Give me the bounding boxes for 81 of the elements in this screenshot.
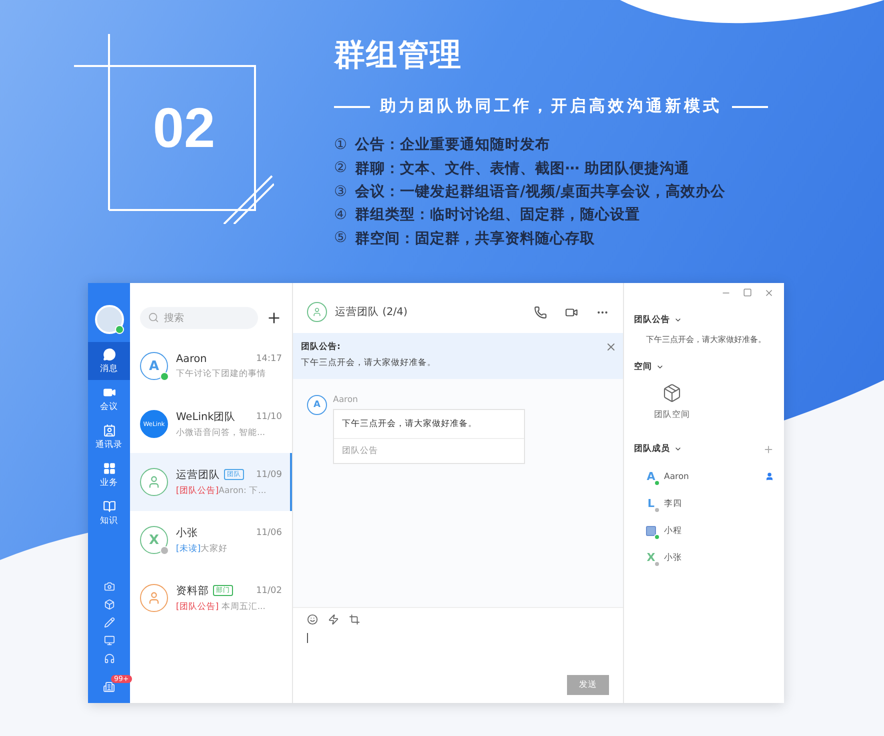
feature-number: ①: [334, 136, 347, 153]
nav-item[interactable]: 业务: [88, 456, 130, 494]
add-icon[interactable]: [266, 310, 282, 326]
avatar: X: [140, 526, 168, 554]
member-name[interactable]: 小程: [664, 524, 774, 536]
member-avatar: [644, 524, 658, 538]
subtitle: 助力团队协同工作，开启高效沟通新模式: [380, 96, 722, 117]
notice-title: 团队公告:: [301, 341, 342, 353]
member-name[interactable]: Aaron: [664, 472, 759, 482]
feature-text: 公告：企业重要通知随时发布: [355, 136, 550, 154]
video-camera-icon: [102, 386, 116, 398]
contact-card-icon: [102, 424, 116, 436]
conversation-name: Aaron: [176, 352, 207, 364]
sender-name: Aaron: [333, 395, 359, 405]
camera-icon[interactable]: [104, 581, 114, 592]
dropdown-icon[interactable]: [674, 316, 682, 324]
close-button[interactable]: [605, 341, 617, 353]
avatar: A: [140, 352, 168, 380]
notice-text: 下午三点开会，请大家做好准备。: [645, 334, 767, 345]
message-preview: 下午讨论下团建的事情: [176, 368, 267, 380]
section-heading: 空间: [634, 361, 652, 373]
section-title: 群组管理: [334, 36, 463, 75]
section-number: 02: [152, 94, 216, 160]
crop-icon[interactable]: [349, 614, 360, 625]
feature-number: ③: [334, 184, 347, 200]
nav-item[interactable]: 通讯录: [88, 418, 130, 456]
nav-item[interactable]: 知识: [88, 494, 130, 532]
feature-number: ④: [334, 206, 347, 223]
box-icon[interactable]: [662, 383, 682, 403]
member-name[interactable]: 李四: [664, 498, 774, 510]
feature-text: 群空间：固定群，共享资料随心存取: [355, 229, 595, 248]
feature-number: ②: [334, 160, 347, 176]
person-icon: [765, 472, 774, 481]
message-preview: [未读]大家好: [176, 542, 229, 554]
nav-item[interactable]: 会议: [88, 380, 130, 418]
conversation-name: 资料部: [176, 584, 209, 598]
notice-text: 下午三点开会，请大家做好准备。: [301, 357, 437, 369]
section-heading: 团队公告: [634, 314, 670, 326]
conversation-time: 11/06: [256, 528, 282, 538]
conversation-time: 14:17: [256, 354, 282, 364]
message-preview: [团队公告] 本周五汇...: [176, 600, 266, 612]
dropdown-icon[interactable]: [656, 363, 664, 371]
conversation-name: WeLink团队: [176, 410, 236, 424]
chat-title: 运营团队 (2/4): [335, 305, 408, 319]
maximize-icon[interactable]: [743, 288, 752, 297]
feature-text: 会议：一键发起群组语音/视频/桌面共享会议，高效办公: [355, 182, 726, 202]
message-preview: [团队公告]Aaron: 下...: [176, 484, 268, 496]
book-icon: [102, 500, 116, 512]
conversation-name: 小张: [176, 526, 198, 540]
conversation-time: 11/10: [256, 412, 282, 422]
lightning-icon[interactable]: [328, 614, 339, 625]
grid-icon: [102, 462, 116, 474]
dropdown-icon[interactable]: [674, 445, 682, 453]
feature-text: 群聊：文本、文件、表情、截图⋯ 助团队便捷沟通: [355, 160, 690, 178]
headset-icon[interactable]: [104, 653, 114, 664]
section-heading: 团队成员: [634, 443, 670, 455]
nav-item[interactable]: 消息: [88, 342, 130, 380]
search-icon: [148, 312, 159, 323]
group-avatar: [307, 302, 327, 322]
close-icon[interactable]: [764, 288, 774, 298]
member-name[interactable]: 小张: [664, 552, 774, 564]
message-text: 下午三点开会，请大家做好准备。: [334, 410, 524, 439]
building-icon[interactable]: [103, 681, 115, 693]
conversation-time: 11/02: [256, 586, 282, 596]
feature-number: ⑤: [334, 230, 347, 246]
emoji-icon[interactable]: [307, 614, 318, 625]
message-preview: 小微语音问答，智能...: [176, 426, 266, 438]
sender-avatar: A: [307, 395, 327, 415]
space-label[interactable]: 团队空间: [654, 409, 690, 421]
feature-text: 群组类型：临时讨论组、固定群，随心设置: [355, 205, 640, 224]
conversation-time: 11/09: [256, 470, 282, 480]
cube-icon[interactable]: [104, 599, 114, 610]
monitor-icon[interactable]: [104, 635, 114, 646]
message-footer: 团队公告: [334, 439, 524, 463]
chat-bubble-icon: [102, 348, 116, 360]
pencil-icon[interactable]: [104, 617, 114, 628]
conversation-name: 运营团队: [176, 468, 220, 482]
search-field[interactable]: 搜索: [140, 307, 258, 329]
video-camera-icon[interactable]: [565, 306, 578, 318]
user-avatar[interactable]: [94, 305, 124, 334]
phone-icon[interactable]: [534, 306, 547, 318]
